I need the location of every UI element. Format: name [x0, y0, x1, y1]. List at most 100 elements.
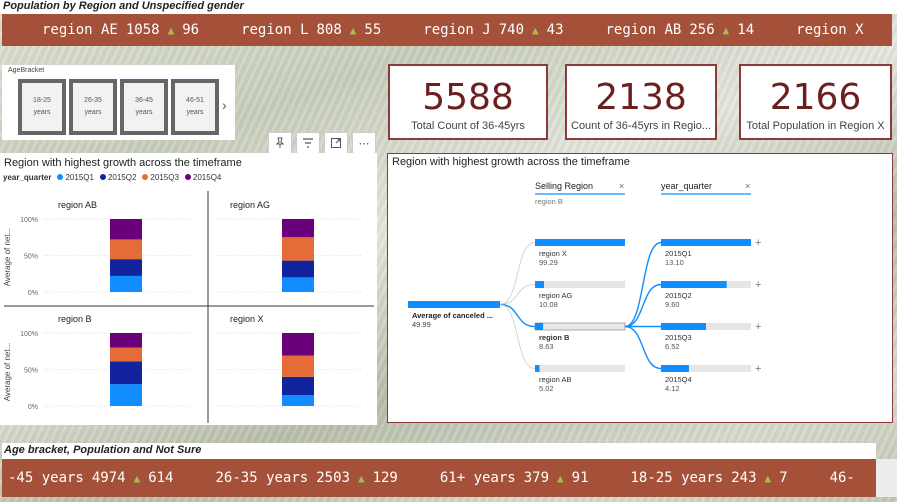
ticker-item: region AB 256 ▲ 14 — [606, 22, 755, 38]
node-bar[interactable] — [661, 365, 689, 372]
bar-segment-2015q4 — [110, 219, 142, 240]
age-option-36-45[interactable]: 36-45 years — [120, 79, 168, 135]
ticker-value: 740 — [498, 22, 525, 38]
chevron-right-icon[interactable]: › — [222, 97, 227, 113]
node-track[interactable] — [535, 365, 625, 372]
node-value: 99.29 — [539, 258, 558, 267]
bottom-title: Age bracket, Population and Not Sure — [2, 443, 876, 459]
age-option-unit: years — [135, 109, 153, 116]
bar-segment-2015q2 — [110, 259, 142, 276]
bar-segment-2015q1 — [282, 395, 314, 406]
ticker-delta: 14 — [737, 22, 755, 38]
ticker-delta: 129 — [372, 470, 398, 486]
age-option-26-35[interactable]: 26-35 years — [69, 79, 117, 135]
bar-segment-2015q2 — [282, 260, 314, 278]
node-label: 2015Q4 — [665, 375, 692, 384]
node-bar[interactable] — [535, 281, 544, 288]
filter-icon[interactable] — [296, 132, 320, 154]
root-bar[interactable] — [408, 301, 500, 308]
ticker-label: 18-25 years — [630, 470, 724, 486]
legend-item[interactable]: 2015Q3 — [142, 173, 179, 182]
background-strip — [876, 459, 897, 497]
up-arrow-icon: ▲ — [133, 471, 141, 485]
node-label: 2015Q3 — [665, 333, 692, 342]
node-bar[interactable] — [535, 365, 540, 372]
plus-icon[interactable]: + — [755, 279, 761, 291]
age-option-range: 36-45 — [135, 97, 153, 104]
ticker-label: -45 years — [8, 470, 84, 486]
node-label: region B — [539, 333, 570, 342]
connector — [624, 325, 662, 370]
kpi-label: Count of 36-45yrs in Regio... — [571, 120, 712, 132]
chart-title: Region with highest growth across the ti… — [392, 156, 630, 168]
bar-segment-2015q3 — [282, 237, 314, 261]
ticker-label: 46- — [829, 470, 855, 486]
focus-mode-icon[interactable] — [324, 132, 348, 154]
legend-item[interactable]: 2015Q2 — [99, 173, 137, 182]
ticker-label: 26-35 years — [215, 470, 309, 486]
node-bar[interactable] — [661, 281, 727, 288]
ticker-label: region AB — [605, 22, 682, 38]
node-bar[interactable] — [535, 323, 544, 330]
bar-segment-2015q3 — [110, 239, 142, 260]
kpi-card-region-36-45: 2138 Count of 36-45yrs in Regio... — [565, 64, 717, 140]
ticker-item: region L 808 ▲ 55 — [241, 22, 381, 38]
node-track[interactable] — [534, 322, 626, 331]
connector — [499, 304, 536, 369]
age-option-18-25[interactable]: 18-25 years — [18, 79, 66, 135]
bar-segment-2015q2 — [282, 376, 314, 396]
ticker-delta: 55 — [364, 22, 382, 38]
age-option-range: 18-25 — [33, 97, 51, 104]
legend-item[interactable]: 2015Q1 — [57, 173, 94, 182]
legend-item-label: 2015Q2 — [107, 173, 137, 182]
node-value: 9.60 — [665, 300, 680, 309]
pin-icon[interactable] — [268, 132, 292, 154]
node-label: region X — [539, 249, 567, 258]
top-ticker: region AE 1058 ▲ 96 region L 808 ▲ 55 region J 74… — [2, 14, 892, 46]
level-header: year_quarter — [661, 181, 712, 191]
kpi-label: Total Count of 36-45yrs — [411, 120, 525, 132]
ticker-label: region X — [796, 22, 864, 38]
node-bar[interactable] — [661, 323, 706, 330]
y-tick-label: 0% — [28, 404, 38, 411]
level-header: Selling Region — [535, 181, 593, 191]
up-arrow-icon: ▲ — [167, 23, 175, 37]
age-option-unit: years — [186, 109, 204, 116]
age-bracket-slicer: AgeBracket 18-25 years 26-35 years 36-45… — [2, 65, 235, 140]
plus-icon[interactable]: + — [755, 363, 761, 375]
top-title: Population by Region and Unspecified gen… — [0, 0, 897, 14]
age-option-46-51[interactable]: 46-51 years — [171, 79, 219, 135]
ticker-label: region J — [423, 22, 491, 38]
plus-icon[interactable]: + — [755, 237, 761, 249]
legend-item[interactable]: 2015Q4 — [184, 173, 221, 182]
more-options-icon[interactable]: ⋯ — [352, 132, 376, 154]
ticker-label: 61+ years — [439, 470, 516, 486]
bar-segment-2015q4 — [110, 333, 142, 348]
close-icon[interactable]: × — [745, 181, 750, 191]
y-tick-label: 50% — [24, 254, 38, 261]
connector — [499, 284, 536, 305]
ticker-value: 1058 — [125, 22, 160, 38]
ticker-item: 26-35 years 2503 ▲ 129 — [216, 470, 398, 486]
node-bar[interactable] — [535, 239, 625, 246]
node-value: 6.52 — [665, 342, 680, 351]
ticker-delta: 96 — [182, 22, 200, 38]
node-track[interactable] — [535, 281, 625, 288]
small-multiples-chart: Region with highest growth across the ti… — [0, 153, 377, 425]
plus-icon[interactable]: + — [755, 321, 761, 333]
age-option-unit: years — [33, 109, 51, 116]
connector — [624, 283, 662, 328]
node-value: 13.10 — [665, 258, 684, 267]
connector — [624, 241, 662, 328]
node-bar[interactable] — [661, 239, 751, 246]
node-label: region AB — [539, 375, 572, 384]
ticker-value: 243 — [731, 470, 757, 486]
y-tick-label: 0% — [28, 290, 38, 297]
close-icon[interactable]: × — [619, 181, 624, 191]
kpi-value: 5588 — [422, 77, 514, 118]
ticker-label: region L — [241, 22, 309, 38]
y-axis-label: Average of net... — [3, 228, 12, 287]
connector — [499, 303, 536, 328]
ticker-delta: 91 — [571, 470, 589, 486]
ticker-item: 46- — [830, 470, 855, 486]
